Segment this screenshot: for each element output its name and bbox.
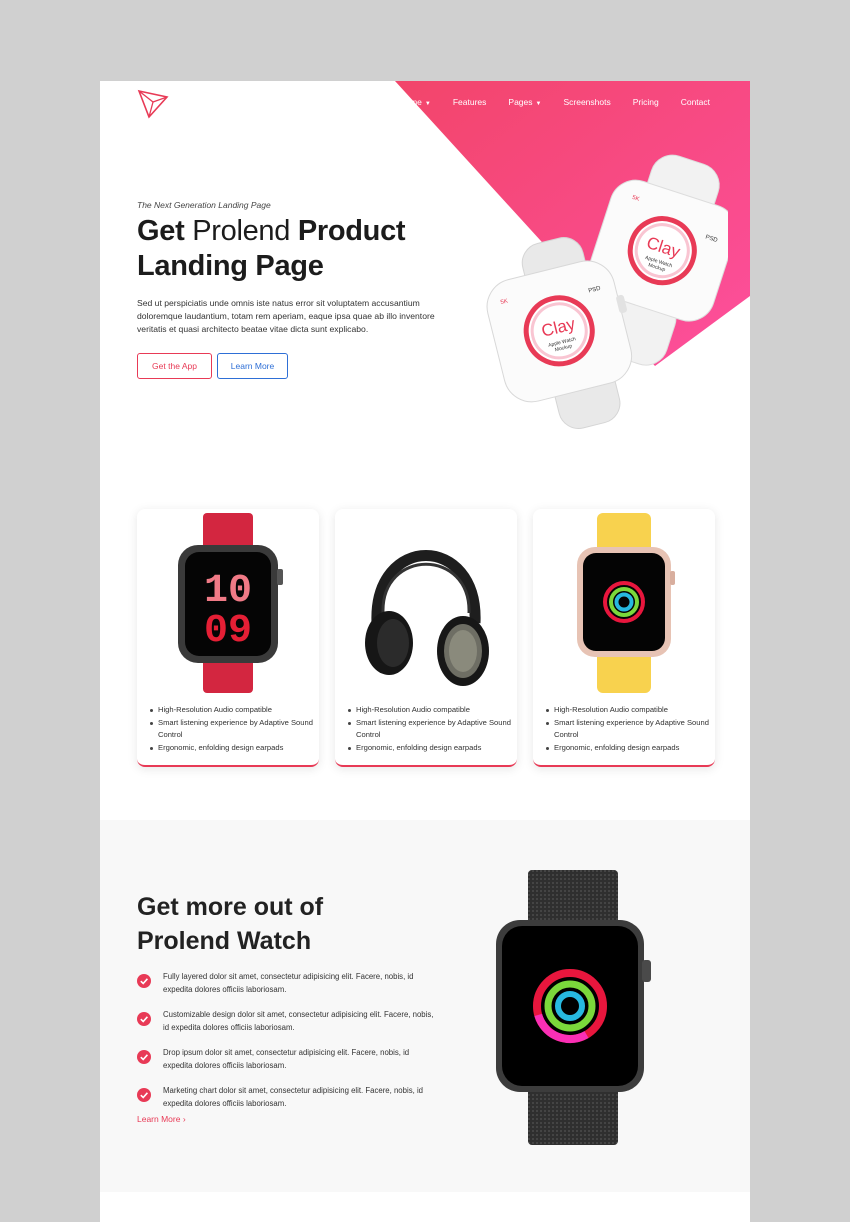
nav-item-screenshots[interactable]: Screenshots	[563, 97, 610, 107]
list-item: High-Resolution Audio compatible	[347, 704, 513, 717]
main-navigation: Home ▼ Features Pages ▼ Screenshots Pricin…	[399, 97, 710, 107]
watch-time-minutes: 09	[204, 609, 252, 654]
product-card-headphones[interactable]: High-Resolution Audio compatible Smart l…	[335, 509, 517, 767]
feature-list: High-Resolution Audio compatible Smart l…	[149, 704, 315, 754]
feature-text: Drop ipsum dolor sit amet, consectetur a…	[163, 1048, 410, 1070]
list-item: Ergonomic, enfolding design earpads	[347, 742, 513, 755]
features-list: Fully layered dolor sit amet, consectetu…	[137, 971, 437, 1123]
check-circle-icon	[137, 1088, 151, 1102]
title-word: Prolend	[184, 215, 298, 247]
title-word: Product	[297, 215, 406, 247]
list-item: Ergonomic, enfolding design earpads	[149, 742, 315, 755]
link-label: Learn More	[137, 1114, 181, 1124]
chevron-right-icon: ›	[182, 1114, 186, 1124]
product-cards: 10 09 High-Resolution Audio compatible S…	[137, 509, 715, 767]
title-line: Prolend Watch	[137, 927, 312, 955]
feature-text: Customizable design dolor sit amet, cons…	[163, 1010, 434, 1032]
features-learn-more-link[interactable]: Learn More ›	[137, 1114, 186, 1124]
nav-label: Pages	[508, 97, 533, 107]
feature-text: Fully layered dolor sit amet, consectetu…	[163, 972, 414, 994]
nav-item-home[interactable]: Home ▼	[399, 97, 431, 107]
list-item: Smart listening experience by Adaptive S…	[545, 717, 711, 742]
feature-list: High-Resolution Audio compatible Smart l…	[347, 704, 513, 754]
title-word: Landing Page	[137, 250, 324, 282]
product-card-yellow-watch[interactable]: High-Resolution Audio compatible Smart l…	[533, 509, 715, 767]
learn-more-button[interactable]: Learn More	[217, 353, 288, 379]
brand-logo-icon[interactable]	[136, 87, 170, 119]
chevron-down-icon: ▼	[424, 101, 431, 107]
nav-item-features[interactable]: Features	[453, 97, 487, 107]
nav-item-pages[interactable]: Pages ▼	[508, 97, 541, 107]
red-watch-image: 10 09	[178, 513, 283, 693]
check-circle-icon	[137, 1012, 151, 1026]
nav-label: Home	[399, 97, 422, 107]
features-section: Get more out of Prolend Watch Fully layer…	[100, 820, 750, 1192]
get-the-app-button[interactable]: Get the App	[137, 353, 212, 379]
hero-title: Get Prolend Product Landing Page	[137, 214, 406, 284]
chevron-down-icon: ▼	[535, 101, 542, 107]
hero-watch-mockup-image: Clay Apple Watch Mockup 5K PSD Clay Appl…	[486, 154, 728, 429]
watch-time-hours: 10	[204, 569, 252, 614]
title-word: Get	[137, 215, 185, 247]
feature-text: Marketing chart dolor sit amet, consecte…	[163, 1086, 424, 1108]
hero-tagline: The Next Generation Landing Page	[137, 200, 271, 210]
landing-page: Home ▼ Features Pages ▼ Screenshots Pricin…	[100, 81, 750, 1222]
nav-item-contact[interactable]: Contact	[681, 97, 710, 107]
list-item: Customizable design dolor sit amet, cons…	[137, 1009, 437, 1034]
list-item: Ergonomic, enfolding design earpads	[545, 742, 711, 755]
list-item: Smart listening experience by Adaptive S…	[347, 717, 513, 742]
hero-description: Sed ut perspiciatis unde omnis iste natu…	[137, 298, 435, 334]
features-title: Get more out of Prolend Watch	[137, 890, 323, 958]
title-line: Get more out of	[137, 893, 324, 921]
list-item: High-Resolution Audio compatible	[149, 704, 315, 717]
list-item: Drop ipsum dolor sit amet, consectetur a…	[137, 1047, 437, 1072]
list-item: Marketing chart dolor sit amet, consecte…	[137, 1085, 437, 1110]
list-item: Smart listening experience by Adaptive S…	[149, 717, 315, 742]
product-card-red-watch[interactable]: 10 09 High-Resolution Audio compatible S…	[137, 509, 319, 767]
list-item: High-Resolution Audio compatible	[545, 704, 711, 717]
check-circle-icon	[137, 1050, 151, 1064]
nav-item-pricing[interactable]: Pricing	[633, 97, 659, 107]
yellow-watch-image	[577, 513, 675, 693]
headphones-image	[365, 550, 489, 686]
list-item: Fully layered dolor sit amet, consectetu…	[137, 971, 437, 996]
feature-list: High-Resolution Audio compatible Smart l…	[545, 704, 711, 754]
check-circle-icon	[137, 974, 151, 988]
black-watch-image	[496, 870, 651, 1145]
